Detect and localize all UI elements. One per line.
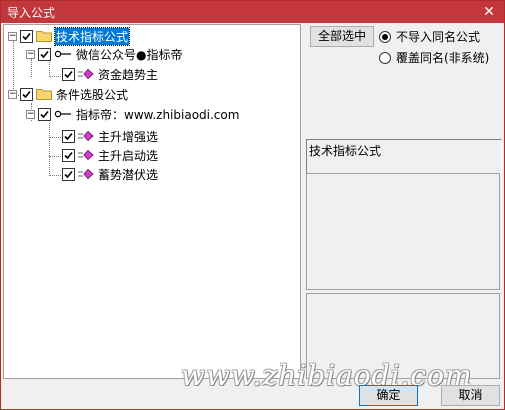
key-icon xyxy=(54,50,71,58)
info-title: 技术指标公式 xyxy=(309,144,382,158)
formula-icon xyxy=(78,69,94,79)
tree-node-site-group[interactable]: − 指标帝：www.zhibiaodi.com xyxy=(26,105,240,123)
title-bar[interactable]: 导入公式 ✕ xyxy=(1,1,504,23)
folder-icon xyxy=(36,89,52,100)
radio-label: 不导入同名公式 xyxy=(396,30,481,44)
checkbox[interactable] xyxy=(62,148,75,162)
tree-node-formula[interactable]: 主升增强选 xyxy=(62,127,159,145)
window-title: 导入公式 xyxy=(7,6,56,20)
collapse-toggle[interactable]: − xyxy=(26,49,35,59)
tree-node-label: 资金趋势主 xyxy=(98,67,159,82)
formula-tree[interactable]: − 技术指标公式 − 微信公众号●指标帝 资金趋势主 − 条件选股公式 − 指标… xyxy=(3,24,301,379)
radio-overwrite[interactable]: 覆盖同名(非系统) xyxy=(379,49,489,66)
tree-node-label: 指标帝：www.zhibiaodi.com xyxy=(76,107,240,122)
cancel-button[interactable]: 取消 xyxy=(441,385,500,406)
checkbox[interactable] xyxy=(38,107,51,121)
checkbox[interactable] xyxy=(20,87,33,101)
tree-node-label: 主升增强选 xyxy=(98,129,159,144)
checkbox[interactable] xyxy=(38,47,51,61)
checkbox[interactable] xyxy=(62,167,75,181)
collapse-toggle[interactable]: − xyxy=(26,109,35,119)
formula-icon xyxy=(78,169,94,179)
tree-node-formula[interactable]: 资金趋势主 xyxy=(62,65,159,83)
tree-node-formula[interactable]: 主升启动选 xyxy=(62,146,159,164)
radio-label: 覆盖同名(非系统) xyxy=(396,51,490,65)
tree-node-wechat-group[interactable]: − 微信公众号●指标帝 xyxy=(26,45,183,63)
tree-node-label: 蓄势潜伏选 xyxy=(98,167,159,182)
tree-node-formula[interactable]: 蓄势潜伏选 xyxy=(62,165,159,183)
collapse-toggle[interactable]: − xyxy=(8,31,17,41)
formula-icon xyxy=(78,131,94,141)
close-icon[interactable]: ✕ xyxy=(480,3,498,21)
tree-node-label: 技术指标公式 xyxy=(53,26,131,46)
tree-node-label: 微信公众号●指标帝 xyxy=(76,47,183,62)
tree-connector xyxy=(49,123,50,176)
radio-button[interactable] xyxy=(379,51,391,64)
tree-node-technical[interactable]: − 技术指标公式 xyxy=(8,26,131,46)
checkbox[interactable] xyxy=(62,129,75,143)
ok-button[interactable]: 确定 xyxy=(359,385,418,406)
tree-node-label: 主升启动选 xyxy=(98,148,159,163)
import-formula-dialog: 导入公式 ✕ − 技术指标公式 − 微信公众号●指标帝 资金趋势主 − 条件选股… xyxy=(0,0,505,410)
key-icon xyxy=(54,110,71,118)
radio-button[interactable] xyxy=(379,30,391,43)
info-panel-upper xyxy=(306,173,500,290)
radio-no-import[interactable]: 不导入同名公式 xyxy=(379,28,480,45)
checkbox[interactable] xyxy=(62,67,75,81)
checkbox[interactable] xyxy=(20,29,33,43)
select-all-button[interactable]: 全部选中 xyxy=(310,26,374,47)
collapse-toggle[interactable]: − xyxy=(8,89,17,99)
formula-icon xyxy=(78,150,94,160)
tree-node-screening[interactable]: − 条件选股公式 xyxy=(8,85,129,103)
watermark-text: www.zhibiaodi.com xyxy=(181,359,473,392)
info-title-box: 技术指标公式 xyxy=(306,139,502,174)
tree-node-label: 条件选股公式 xyxy=(56,87,129,102)
folder-icon xyxy=(36,31,52,42)
